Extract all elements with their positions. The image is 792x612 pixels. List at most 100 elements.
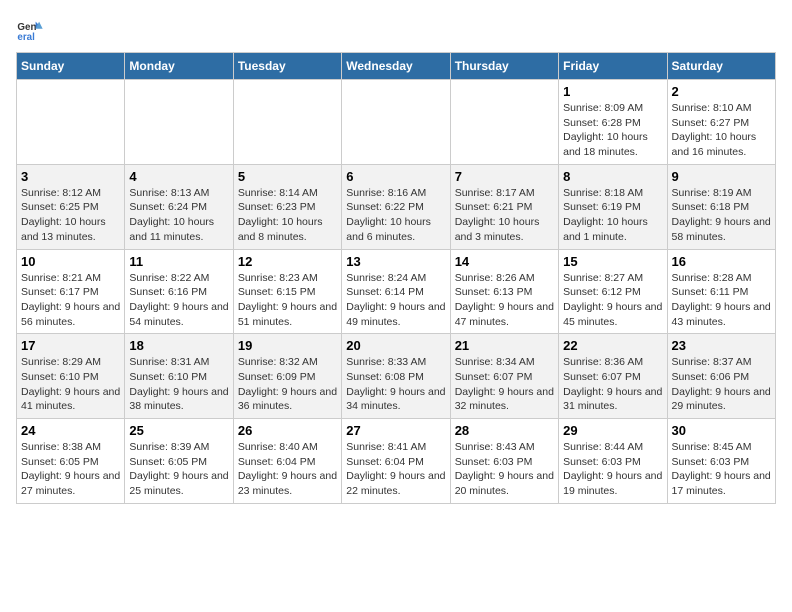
day-number: 18	[129, 338, 228, 353]
day-info: Sunrise: 8:26 AMSunset: 6:13 PMDaylight:…	[455, 271, 554, 330]
calendar-cell: 15 Sunrise: 8:27 AMSunset: 6:12 PMDayligh…	[559, 249, 667, 334]
calendar-cell	[342, 80, 450, 165]
calendar-cell: 13 Sunrise: 8:24 AMSunset: 6:14 PMDayligh…	[342, 249, 450, 334]
calendar-week-2: 3Sunrise: 8:12 AMSunset: 6:25 PMDaylight…	[17, 164, 776, 249]
calendar-cell	[233, 80, 341, 165]
day-number: 26	[238, 423, 337, 438]
calendar-week-1: 1 Sunrise: 8:09 AMSunset: 6:28 PMDaylight…	[17, 80, 776, 165]
day-number: 10	[21, 254, 120, 269]
day-number: 15	[563, 254, 662, 269]
day-info: Sunrise: 8:33 AMSunset: 6:08 PMDaylight:…	[346, 355, 445, 414]
day-info: Sunrise: 8:31 AMSunset: 6:10 PMDaylight:…	[129, 355, 228, 414]
calendar-cell: 4 Sunrise: 8:13 AMSunset: 6:24 PMDaylight…	[125, 164, 233, 249]
day-info: Sunrise: 8:28 AMSunset: 6:11 PMDaylight:…	[672, 271, 771, 330]
day-number: 5	[238, 169, 337, 184]
day-info: Sunrise: 8:10 AMSunset: 6:27 PMDaylight:…	[672, 101, 771, 160]
calendar-header-row: SundayMondayTuesdayWednesdayThursdayFrid…	[17, 53, 776, 80]
day-number: 30	[672, 423, 771, 438]
svg-text:eral: eral	[17, 32, 35, 43]
day-number: 7	[455, 169, 554, 184]
day-number: 27	[346, 423, 445, 438]
day-number: 8	[563, 169, 662, 184]
day-info: Sunrise: 8:37 AMSunset: 6:06 PMDaylight:…	[672, 355, 771, 414]
calendar-cell: 10 Sunrise: 8:21 AMSunset: 6:17 PMDayligh…	[17, 249, 125, 334]
calendar-header-wednesday: Wednesday	[342, 53, 450, 80]
day-info: Sunrise: 8:09 AMSunset: 6:28 PMDaylight:…	[563, 101, 662, 160]
calendar-cell: 6Sunrise: 8:16 AMSunset: 6:22 PMDaylight…	[342, 164, 450, 249]
calendar-cell: 17 Sunrise: 8:29 AMSunset: 6:10 PMDayligh…	[17, 334, 125, 419]
day-info: Sunrise: 8:40 AMSunset: 6:04 PMDaylight:…	[238, 440, 337, 499]
calendar-header-monday: Monday	[125, 53, 233, 80]
day-number: 11	[129, 254, 228, 269]
calendar-header-saturday: Saturday	[667, 53, 775, 80]
day-info: Sunrise: 8:29 AMSunset: 6:10 PMDaylight:…	[21, 355, 120, 414]
calendar-cell: 7 Sunrise: 8:17 AMSunset: 6:21 PMDaylight…	[450, 164, 558, 249]
day-info: Sunrise: 8:45 AMSunset: 6:03 PMDaylight:…	[672, 440, 771, 499]
calendar-cell	[125, 80, 233, 165]
day-number: 2	[672, 84, 771, 99]
day-number: 19	[238, 338, 337, 353]
day-number: 1	[563, 84, 662, 99]
day-info: Sunrise: 8:34 AMSunset: 6:07 PMDaylight:…	[455, 355, 554, 414]
day-info: Sunrise: 8:27 AMSunset: 6:12 PMDaylight:…	[563, 271, 662, 330]
calendar-cell: 18 Sunrise: 8:31 AMSunset: 6:10 PMDayligh…	[125, 334, 233, 419]
day-info: Sunrise: 8:13 AMSunset: 6:24 PMDaylight:…	[129, 186, 228, 245]
day-info: Sunrise: 8:38 AMSunset: 6:05 PMDaylight:…	[21, 440, 120, 499]
calendar-cell: 27 Sunrise: 8:41 AMSunset: 6:04 PMDayligh…	[342, 419, 450, 504]
calendar-cell: 19Sunrise: 8:32 AMSunset: 6:09 PMDayligh…	[233, 334, 341, 419]
logo-icon: Gen eral	[16, 16, 44, 44]
calendar-cell: 8 Sunrise: 8:18 AMSunset: 6:19 PMDaylight…	[559, 164, 667, 249]
day-number: 29	[563, 423, 662, 438]
calendar-week-3: 10 Sunrise: 8:21 AMSunset: 6:17 PMDayligh…	[17, 249, 776, 334]
calendar-cell: 21 Sunrise: 8:34 AMSunset: 6:07 PMDayligh…	[450, 334, 558, 419]
calendar-cell: 24 Sunrise: 8:38 AMSunset: 6:05 PMDayligh…	[17, 419, 125, 504]
calendar-cell: 20 Sunrise: 8:33 AMSunset: 6:08 PMDayligh…	[342, 334, 450, 419]
calendar-header-thursday: Thursday	[450, 53, 558, 80]
calendar-cell: 14 Sunrise: 8:26 AMSunset: 6:13 PMDayligh…	[450, 249, 558, 334]
day-info: Sunrise: 8:41 AMSunset: 6:04 PMDaylight:…	[346, 440, 445, 499]
day-number: 17	[21, 338, 120, 353]
calendar-cell: 22 Sunrise: 8:36 AMSunset: 6:07 PMDayligh…	[559, 334, 667, 419]
day-info: Sunrise: 8:21 AMSunset: 6:17 PMDaylight:…	[21, 271, 120, 330]
calendar-cell	[17, 80, 125, 165]
day-info: Sunrise: 8:22 AMSunset: 6:16 PMDaylight:…	[129, 271, 228, 330]
day-number: 21	[455, 338, 554, 353]
day-info: Sunrise: 8:36 AMSunset: 6:07 PMDaylight:…	[563, 355, 662, 414]
day-number: 25	[129, 423, 228, 438]
logo: Gen eral	[16, 16, 48, 44]
calendar-cell: 30 Sunrise: 8:45 AMSunset: 6:03 PMDayligh…	[667, 419, 775, 504]
calendar-cell: 12Sunrise: 8:23 AMSunset: 6:15 PMDayligh…	[233, 249, 341, 334]
calendar-cell: 1 Sunrise: 8:09 AMSunset: 6:28 PMDaylight…	[559, 80, 667, 165]
day-number: 4	[129, 169, 228, 184]
calendar-cell: 25Sunrise: 8:39 AMSunset: 6:05 PMDayligh…	[125, 419, 233, 504]
day-info: Sunrise: 8:17 AMSunset: 6:21 PMDaylight:…	[455, 186, 554, 245]
calendar-header-friday: Friday	[559, 53, 667, 80]
day-info: Sunrise: 8:12 AMSunset: 6:25 PMDaylight:…	[21, 186, 120, 245]
page-header: Gen eral	[16, 16, 776, 44]
calendar-cell: 9Sunrise: 8:19 AMSunset: 6:18 PMDaylight…	[667, 164, 775, 249]
day-number: 24	[21, 423, 120, 438]
calendar-cell: 3Sunrise: 8:12 AMSunset: 6:25 PMDaylight…	[17, 164, 125, 249]
day-info: Sunrise: 8:24 AMSunset: 6:14 PMDaylight:…	[346, 271, 445, 330]
calendar-cell: 29 Sunrise: 8:44 AMSunset: 6:03 PMDayligh…	[559, 419, 667, 504]
day-info: Sunrise: 8:18 AMSunset: 6:19 PMDaylight:…	[563, 186, 662, 245]
calendar-table: SundayMondayTuesdayWednesdayThursdayFrid…	[16, 52, 776, 504]
calendar-week-5: 24 Sunrise: 8:38 AMSunset: 6:05 PMDayligh…	[17, 419, 776, 504]
day-info: Sunrise: 8:43 AMSunset: 6:03 PMDaylight:…	[455, 440, 554, 499]
day-number: 6	[346, 169, 445, 184]
day-number: 14	[455, 254, 554, 269]
day-number: 20	[346, 338, 445, 353]
calendar-cell: 2 Sunrise: 8:10 AMSunset: 6:27 PMDaylight…	[667, 80, 775, 165]
day-info: Sunrise: 8:19 AMSunset: 6:18 PMDaylight:…	[672, 186, 771, 245]
calendar-week-4: 17 Sunrise: 8:29 AMSunset: 6:10 PMDayligh…	[17, 334, 776, 419]
calendar-cell: 16 Sunrise: 8:28 AMSunset: 6:11 PMDayligh…	[667, 249, 775, 334]
day-info: Sunrise: 8:14 AMSunset: 6:23 PMDaylight:…	[238, 186, 337, 245]
day-info: Sunrise: 8:44 AMSunset: 6:03 PMDaylight:…	[563, 440, 662, 499]
day-number: 16	[672, 254, 771, 269]
day-number: 22	[563, 338, 662, 353]
calendar-cell: 23 Sunrise: 8:37 AMSunset: 6:06 PMDayligh…	[667, 334, 775, 419]
day-number: 12	[238, 254, 337, 269]
day-number: 23	[672, 338, 771, 353]
day-number: 13	[346, 254, 445, 269]
calendar-header-tuesday: Tuesday	[233, 53, 341, 80]
